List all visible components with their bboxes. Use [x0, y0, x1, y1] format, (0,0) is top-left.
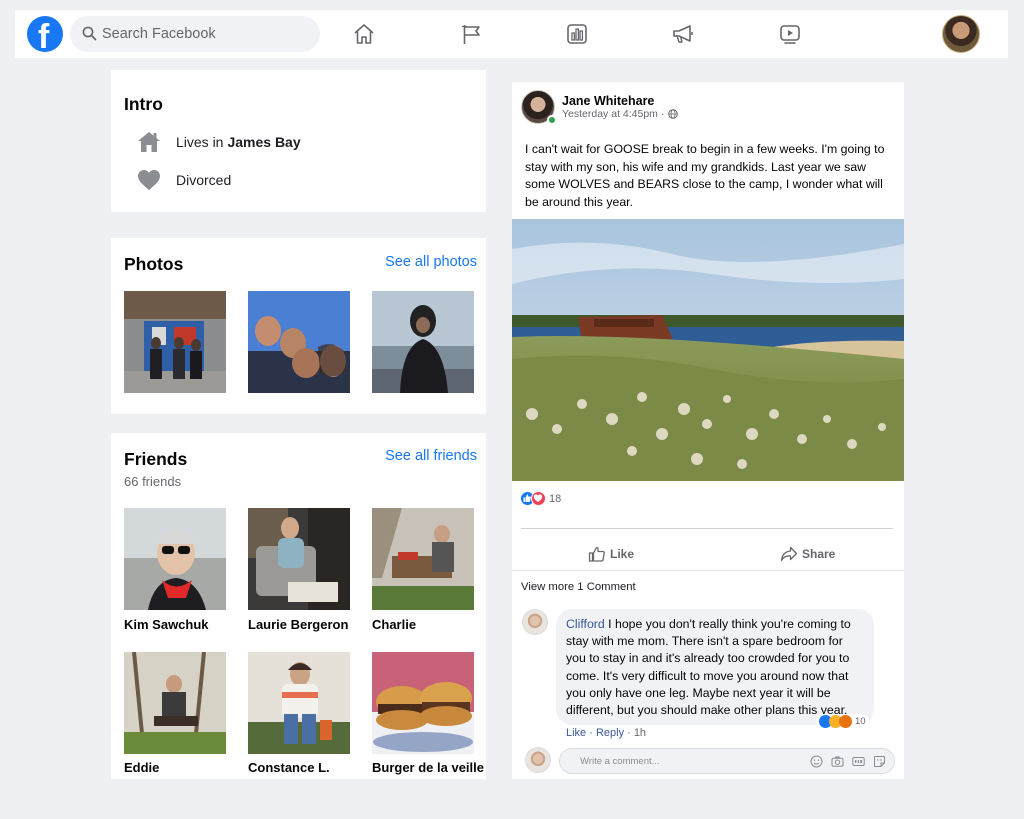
comment-actions: Like · Reply · 1h	[566, 727, 646, 739]
current-user-avatar	[525, 747, 551, 773]
comment-reactions[interactable]: 10	[816, 714, 869, 729]
post-timestamp: Yesterday at 4:45pm ·	[562, 108, 679, 120]
post-reactions[interactable]: 18	[520, 491, 561, 506]
sticker-icon[interactable]	[873, 755, 886, 768]
like-label: Like	[610, 547, 635, 561]
share-label: Share	[802, 547, 836, 561]
top-navigation-bar: f	[15, 10, 1008, 58]
friend-photo[interactable]	[372, 652, 474, 754]
photos-card: Photos See all photos	[111, 238, 486, 414]
intro-relationship: Divorced	[136, 167, 231, 193]
friend-photo[interactable]	[248, 652, 350, 754]
see-all-photos-link[interactable]: See all photos	[385, 254, 477, 270]
friends-card: Friends 66 friends See all friends Kim S…	[111, 433, 486, 779]
photo-thumbnail[interactable]	[248, 291, 350, 393]
view-more-comments-link[interactable]: View more 1 Comment	[521, 581, 636, 593]
post-image[interactable]	[512, 219, 904, 481]
flag-icon[interactable]	[458, 20, 486, 48]
profile-avatar[interactable]	[942, 15, 980, 53]
friends-title: Friends	[124, 449, 188, 469]
friend-photo[interactable]	[248, 508, 350, 610]
share-button[interactable]: Share	[780, 543, 835, 565]
friend-name[interactable]: Constance L.	[248, 760, 330, 775]
comment-actions-separator: ·	[586, 727, 596, 739]
lives-in-place[interactable]: James Bay	[227, 134, 300, 150]
friends-count: 66 friends	[124, 474, 182, 489]
megaphone-icon[interactable]	[669, 20, 697, 48]
search-icon	[82, 26, 97, 41]
post-time-text[interactable]: Yesterday at 4:45pm ·	[562, 108, 664, 120]
post-text: I can't wait for GOOSE break to begin in…	[525, 142, 885, 209]
comment-author[interactable]: Clifford	[566, 617, 605, 631]
photo-thumbnail[interactable]	[124, 291, 226, 393]
chart-icon[interactable]	[563, 20, 591, 48]
thumbs-up-icon	[588, 546, 605, 562]
camera-icon[interactable]	[831, 755, 844, 768]
logo-letter: f	[38, 18, 50, 56]
friend-name[interactable]: Eddie	[124, 760, 159, 775]
friend-name[interactable]: Kim Sawchuk	[124, 617, 209, 632]
comment-text: I hope you don't really think you're com…	[566, 617, 851, 718]
photos-title: Photos	[124, 254, 184, 274]
write-comment-box[interactable]	[559, 748, 895, 774]
intro-lives-in: Lives in James Bay	[136, 129, 301, 155]
post-author-name[interactable]: Jane Whitehare	[562, 94, 654, 108]
comment-reaction-count: 10	[855, 716, 866, 727]
relationship-status: Divorced	[176, 172, 232, 188]
write-comment-input[interactable]	[580, 749, 780, 773]
globe-icon	[668, 109, 679, 119]
friend-photo[interactable]	[372, 508, 474, 610]
heart-icon	[136, 167, 162, 193]
online-status-dot	[547, 115, 557, 125]
post-card: Jane Whitehare Yesterday at 4:45pm · I c…	[512, 82, 904, 779]
share-arrow-icon	[780, 546, 798, 562]
love-reaction-icon	[531, 491, 546, 506]
see-all-friends-link[interactable]: See all friends	[385, 448, 477, 464]
lives-in-prefix: Lives in	[176, 134, 224, 150]
friend-name[interactable]: Charlie	[372, 617, 416, 632]
comment-time: · 1h	[627, 727, 647, 739]
intro-card: Intro Lives in James Bay Divorced	[111, 70, 486, 212]
search-input[interactable]	[102, 16, 312, 52]
comment-bubble: Clifford I hope you don't really think y…	[556, 609, 874, 725]
photo-thumbnail[interactable]	[372, 291, 474, 393]
like-button[interactable]: Like	[588, 543, 634, 565]
commenter-avatar[interactable]	[522, 609, 548, 635]
home-icon[interactable]	[350, 20, 378, 48]
friend-name[interactable]: Laurie Bergeron	[248, 617, 348, 632]
divider	[521, 528, 893, 529]
angry-reaction-icon	[839, 715, 852, 728]
friend-name[interactable]: Burger de la veille	[372, 760, 484, 775]
facebook-logo[interactable]: f	[27, 16, 63, 56]
divider	[512, 570, 904, 571]
emoji-icon[interactable]	[810, 755, 823, 768]
comment-like-link[interactable]: Like	[566, 727, 586, 739]
intro-title: Intro	[124, 94, 163, 114]
house-icon	[136, 129, 162, 155]
watch-icon[interactable]	[776, 20, 804, 48]
friend-photo[interactable]	[124, 652, 226, 754]
comment-reply-link[interactable]: Reply	[596, 727, 624, 739]
gif-icon[interactable]	[852, 755, 865, 768]
search-box[interactable]	[70, 16, 320, 52]
reaction-count[interactable]: 18	[549, 493, 561, 505]
friend-photo[interactable]	[124, 508, 226, 610]
